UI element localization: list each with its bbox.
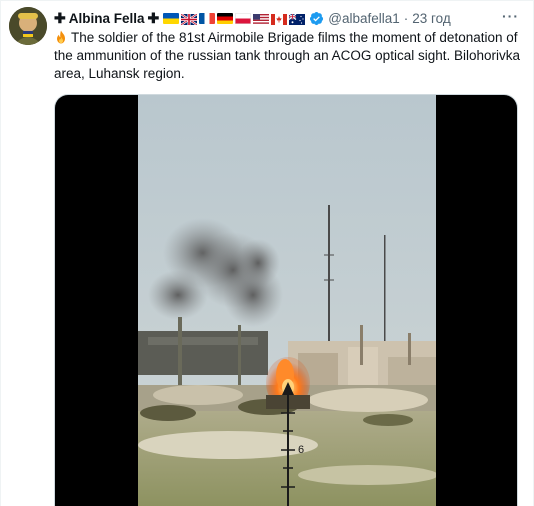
poland-flag-icon xyxy=(235,12,252,24)
flag-emojis xyxy=(163,12,306,26)
separator-dot: · xyxy=(403,10,409,26)
tweet-card[interactable]: ✚ Albina Fella ✚ @albafella1 · 23 год ··… xyxy=(0,0,534,506)
tweet-header: ✚ Albina Fella ✚ @albafella1 · 23 год xyxy=(54,9,451,27)
more-options-icon[interactable]: ··· xyxy=(502,8,519,24)
tweet-body: The soldier of the 81st Airmobile Brigad… xyxy=(54,30,521,81)
ukraine-flag-icon xyxy=(163,12,180,24)
germany-flag-icon xyxy=(217,12,234,24)
tweet-text: The soldier of the 81st Airmobile Brigad… xyxy=(54,29,524,83)
canada-flag-icon xyxy=(271,13,288,25)
display-name-text: Albina Fella xyxy=(68,10,145,26)
france-flag-icon xyxy=(199,12,216,24)
reticle-label: 6 xyxy=(298,444,304,456)
user-handle[interactable]: @albafella1 xyxy=(328,11,400,26)
video-player[interactable]: 6 xyxy=(54,94,518,506)
video-frame: 6 xyxy=(138,95,436,506)
united-states-flag-icon xyxy=(253,13,270,25)
fire-icon xyxy=(54,30,68,44)
verified-badge-icon[interactable] xyxy=(309,11,324,26)
display-name[interactable]: ✚ Albina Fella ✚ xyxy=(54,10,163,27)
cross-icon: ✚ xyxy=(147,9,160,26)
cross-icon: ✚ xyxy=(54,9,66,26)
divider xyxy=(1,0,534,1)
timestamp[interactable]: 23 год xyxy=(412,11,450,26)
avatar[interactable] xyxy=(9,7,47,45)
australia-flag-icon xyxy=(288,13,306,25)
united-kingdom-flag-icon xyxy=(180,12,198,26)
